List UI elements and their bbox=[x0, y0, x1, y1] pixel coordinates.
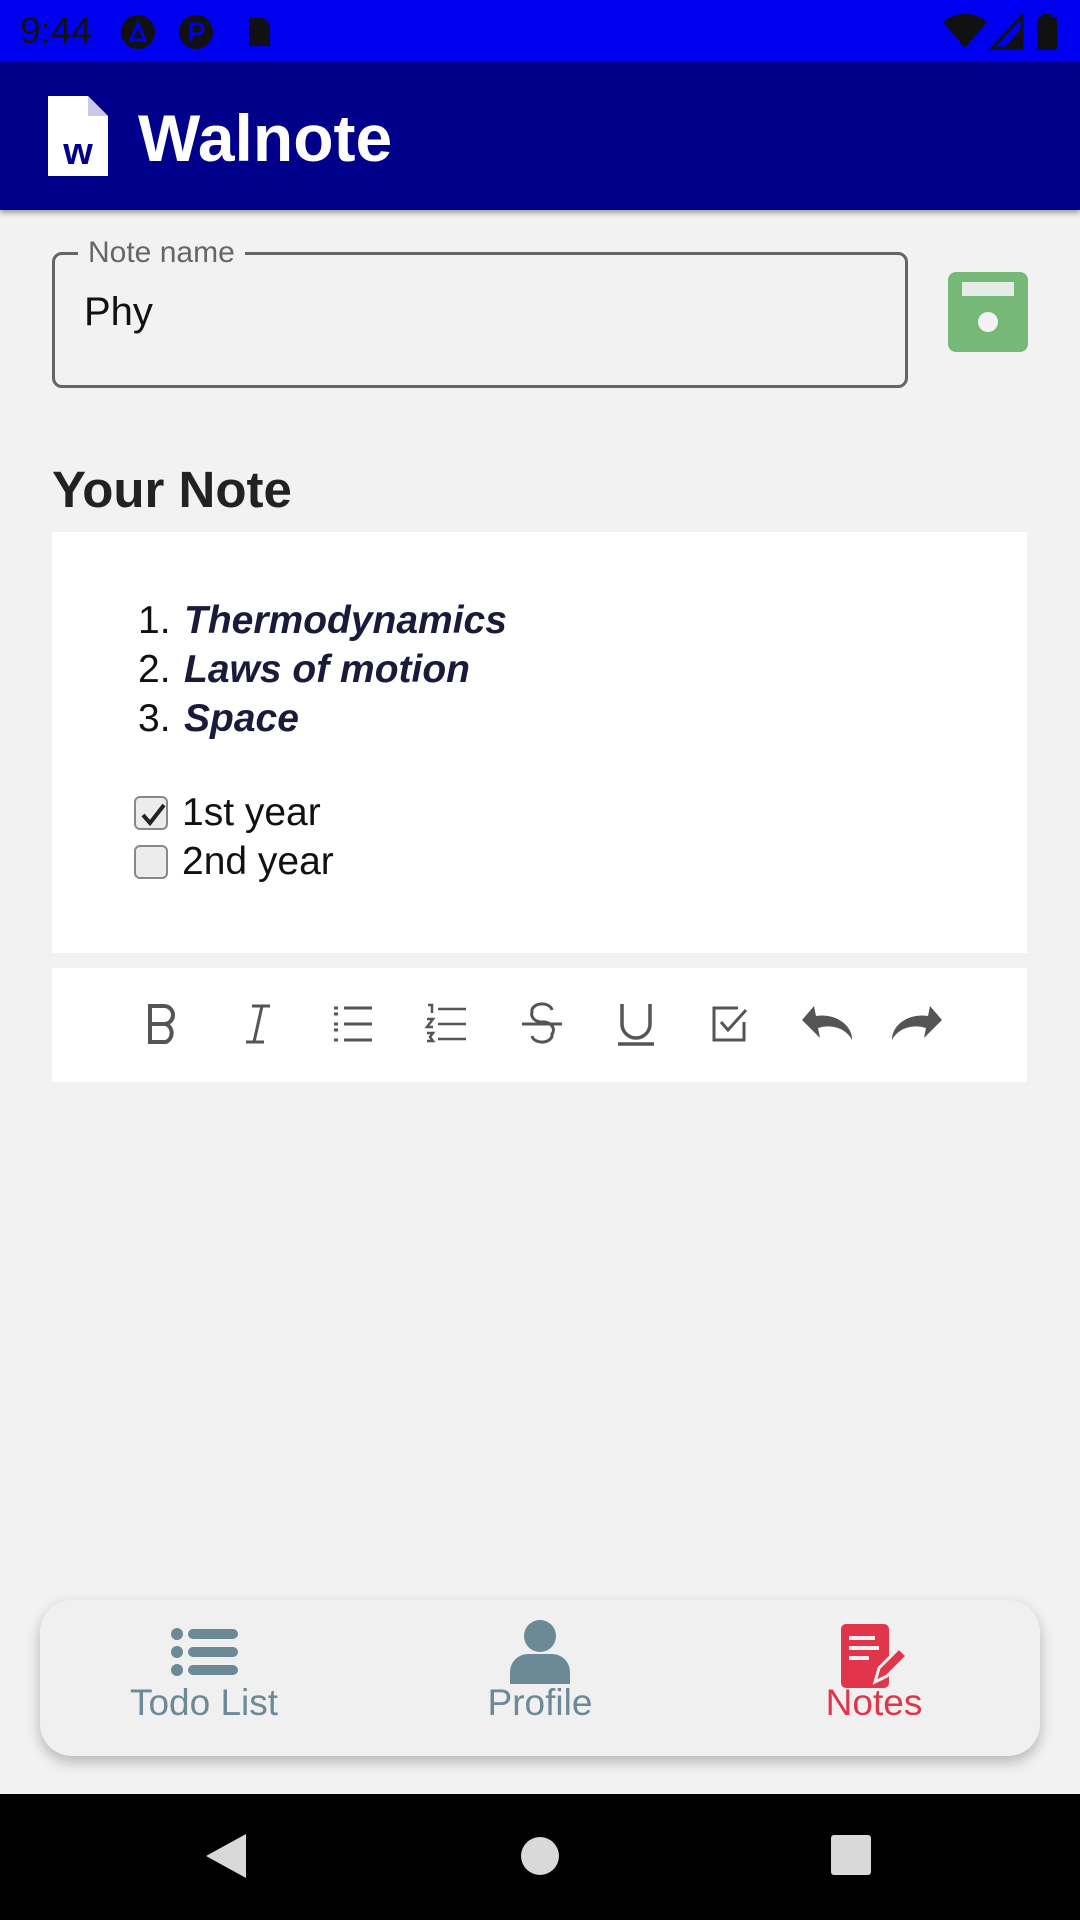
checklist-label: 2nd year bbox=[182, 839, 334, 883]
your-note-heading: Your Note bbox=[52, 461, 292, 518]
note-name-input[interactable] bbox=[84, 290, 864, 335]
italic-icon bbox=[246, 1004, 270, 1044]
notification-a-icon bbox=[121, 15, 155, 49]
bullet-list-icon bbox=[334, 1006, 372, 1042]
note-editor[interactable]: 1. Thermodynamics 2. Laws of motion 3. Spac… bbox=[52, 532, 1027, 953]
walnote-logo-icon: w bbox=[48, 96, 108, 176]
note-name-label: Note name bbox=[78, 236, 245, 270]
nav-label: Profile bbox=[487, 1682, 593, 1723]
redo-icon bbox=[891, 1006, 942, 1040]
underline-button[interactable] bbox=[604, 992, 668, 1056]
home-icon[interactable] bbox=[520, 1836, 560, 1876]
save-button[interactable] bbox=[948, 272, 1028, 352]
bold-icon bbox=[148, 1004, 175, 1044]
strikethrough-icon bbox=[522, 1002, 562, 1044]
checklist-item: 1st year bbox=[134, 788, 334, 837]
checkbox-icon bbox=[712, 1006, 748, 1042]
back-icon[interactable] bbox=[204, 1832, 248, 1880]
system-navigation-bar bbox=[0, 1794, 1080, 1920]
strikethrough-button[interactable] bbox=[510, 992, 574, 1056]
undo-button[interactable] bbox=[794, 992, 858, 1056]
status-time: 9:44 bbox=[20, 10, 93, 51]
list-icon bbox=[171, 1628, 238, 1676]
numbered-list-button[interactable] bbox=[414, 992, 478, 1056]
nav-label: Todo List bbox=[129, 1682, 279, 1723]
list-item: 1. Thermodynamics bbox=[138, 599, 507, 642]
checkbox-button[interactable] bbox=[698, 992, 762, 1056]
battery-icon bbox=[1037, 14, 1057, 50]
formatting-toolbar bbox=[52, 968, 1027, 1082]
sd-card-icon bbox=[249, 18, 270, 46]
nav-notes[interactable]: Notes bbox=[724, 1600, 1024, 1756]
italic-button[interactable] bbox=[226, 992, 290, 1056]
app-bar: w Walnote bbox=[0, 62, 1080, 210]
undo-icon bbox=[802, 1006, 853, 1040]
checklist-label: 1st year bbox=[182, 790, 321, 834]
checkbox-checked[interactable] bbox=[134, 795, 168, 830]
numbered-list-icon bbox=[424, 1003, 466, 1043]
ordered-list: 1. Thermodynamics 2. Laws of motion 3. Spac… bbox=[138, 596, 507, 743]
status-bar: 9:44 bbox=[0, 0, 1080, 62]
save-icon bbox=[962, 282, 1014, 332]
nav-profile[interactable]: Profile bbox=[390, 1600, 690, 1756]
nav-label: Notes bbox=[825, 1682, 923, 1723]
wifi-icon bbox=[943, 14, 987, 48]
checklist: 1st year 2nd year bbox=[134, 788, 334, 886]
list-item: 3. Space bbox=[138, 697, 299, 740]
app-title: Walnote bbox=[138, 101, 393, 175]
note-edit-icon bbox=[841, 1624, 907, 1688]
bullet-list-button[interactable] bbox=[320, 992, 384, 1056]
redo-button[interactable] bbox=[886, 992, 950, 1056]
signal-icon bbox=[990, 14, 1024, 50]
nav-todo-list[interactable]: Todo List bbox=[54, 1600, 354, 1756]
checkbox-unchecked[interactable] bbox=[134, 844, 168, 879]
recents-icon[interactable] bbox=[830, 1834, 872, 1876]
list-item: 2. Laws of motion bbox=[138, 648, 470, 691]
check-icon bbox=[141, 803, 166, 826]
svg-text:w: w bbox=[62, 131, 93, 173]
notification-p-icon bbox=[179, 15, 213, 49]
bold-button[interactable] bbox=[130, 992, 194, 1056]
bottom-navigation: Todo List Profile Notes bbox=[40, 1600, 1040, 1756]
checklist-item: 2nd year bbox=[134, 837, 334, 886]
person-icon bbox=[510, 1620, 570, 1684]
underline-icon bbox=[618, 1004, 654, 1046]
